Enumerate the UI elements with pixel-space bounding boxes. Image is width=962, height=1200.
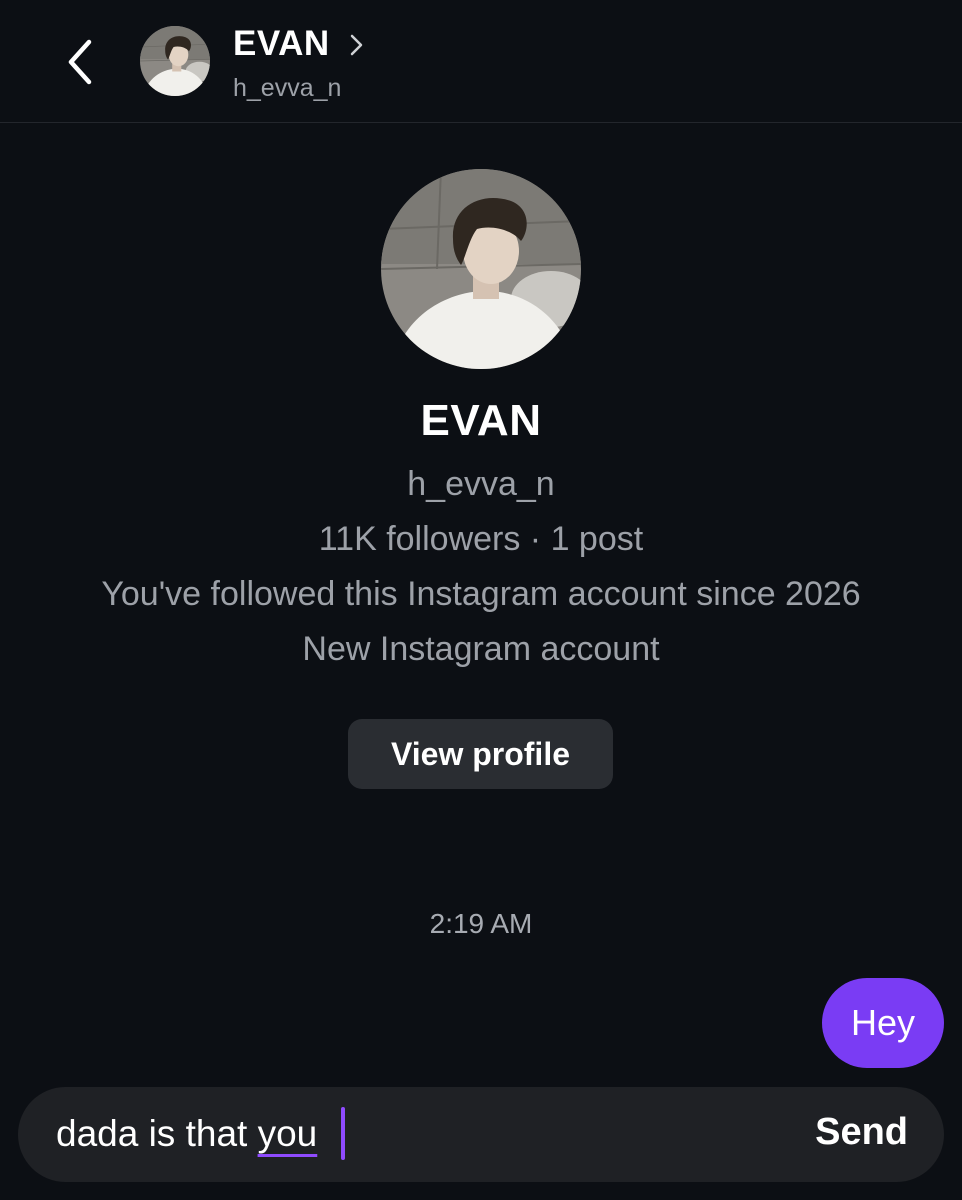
- account-note: New Instagram account: [302, 630, 660, 668]
- draft-text: dada is that: [56, 1113, 258, 1154]
- message-timestamp: 2:19 AM: [429, 908, 533, 939]
- text-cursor: [341, 1107, 345, 1160]
- draft-underlined-word: you: [257, 1113, 318, 1154]
- profile-name: EVAN: [420, 396, 542, 445]
- chevron-right-icon[interactable]: [349, 33, 365, 57]
- profile-avatar[interactable]: [381, 169, 581, 369]
- profile-username: h_evva_n: [407, 465, 555, 503]
- view-profile-button[interactable]: View profile: [348, 719, 613, 789]
- send-button[interactable]: Send: [815, 1111, 908, 1154]
- followed-since-text: You've followed this Instagram account s…: [101, 575, 861, 613]
- back-button[interactable]: [58, 34, 102, 90]
- chevron-left-icon: [68, 39, 92, 85]
- message-input[interactable]: dada is that you: [56, 1113, 317, 1155]
- chat-header: EVAN h_evva_n: [0, 0, 962, 123]
- profile-stats: 11K followers · 1 post: [318, 520, 644, 558]
- message-composer[interactable]: dada is that you Send: [18, 1087, 944, 1182]
- header-name[interactable]: EVAN: [233, 24, 330, 64]
- header-avatar[interactable]: [140, 26, 210, 96]
- header-username: h_evva_n: [233, 74, 342, 102]
- sent-message-bubble[interactable]: Hey: [822, 978, 944, 1068]
